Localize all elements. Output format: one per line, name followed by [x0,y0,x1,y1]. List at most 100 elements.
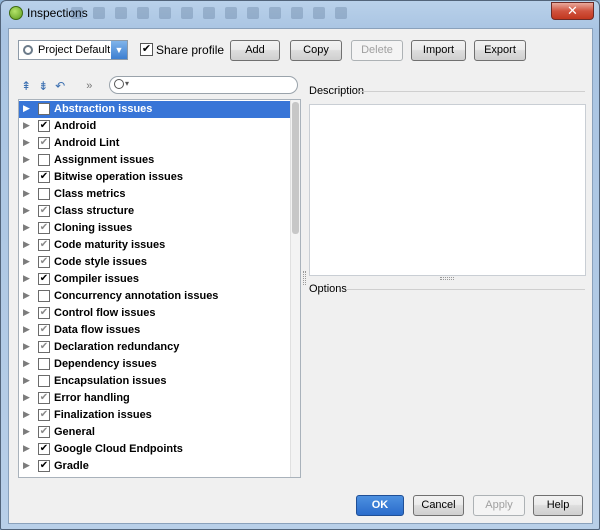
inspection-checkbox[interactable] [38,375,50,387]
tree-row[interactable]: ▶ ✔ Control flow issues [19,305,291,322]
expand-arrow-icon[interactable]: ▶ [23,222,30,233]
copy-button[interactable]: Copy [290,40,342,61]
expand-arrow-icon[interactable]: ▶ [23,120,30,131]
expand-arrow-icon[interactable]: ▶ [23,443,30,454]
tree-scrollbar[interactable] [290,100,300,477]
expand-arrow-icon[interactable]: ▶ [23,358,30,369]
tree-row[interactable]: ▶ ✔ Google Cloud Endpoints [19,441,291,458]
tree-row[interactable]: ▶ ✔ Cloning issues [19,220,291,237]
apply-button[interactable]: Apply [473,495,525,516]
delete-button[interactable]: Delete [351,40,403,61]
import-button[interactable]: Import [411,40,466,61]
inspection-checkbox[interactable] [38,290,50,302]
add-button[interactable]: Add [230,40,280,61]
inspection-label: Bitwise operation issues [54,171,183,183]
expand-arrow-icon[interactable]: ▶ [23,137,30,148]
inspection-checkbox[interactable]: ✔ [38,171,50,183]
inspection-checkbox[interactable]: ✔ [38,239,50,251]
chevron-down-icon[interactable]: ▼ [111,41,127,59]
expand-arrow-icon[interactable]: ▶ [23,307,30,318]
expand-arrow-icon[interactable]: ▶ [23,103,30,114]
collapse-all-icon[interactable]: ⇟ [38,79,48,93]
profile-icon [23,45,33,55]
expand-arrow-icon[interactable]: ▶ [23,273,30,284]
tree-row[interactable]: ▶ ✔ Data flow issues [19,322,291,339]
inspection-checkbox[interactable] [38,103,50,115]
tree-row[interactable]: ▶ Encapsulation issues [19,373,291,390]
inspection-checkbox[interactable] [38,188,50,200]
share-profile-checkbox[interactable]: ✔ [140,43,153,56]
inspection-checkbox[interactable]: ✔ [38,307,50,319]
expand-arrow-icon[interactable]: ▶ [23,392,30,403]
reset-icon[interactable]: ↶ [55,79,65,93]
tree-row[interactable]: ▶ ✔ Error handling [19,390,291,407]
expand-arrow-icon[interactable]: ▶ [23,188,30,199]
inspection-checkbox[interactable]: ✔ [38,222,50,234]
tree-row[interactable]: ▶ ✔ Compiler issues [19,271,291,288]
expand-arrow-icon[interactable]: ▶ [23,171,30,182]
cancel-button[interactable]: Cancel [413,495,464,516]
android-app-icon [9,6,23,20]
tree-row[interactable]: ▶ ✔ Android [19,118,291,135]
search-input[interactable]: ▾ [109,76,298,94]
expand-arrow-icon[interactable]: ▶ [23,426,30,437]
inspection-checkbox[interactable] [38,358,50,370]
tree-row[interactable]: ▶ ✔ Class structure [19,203,291,220]
more-actions-icon[interactable]: » [86,79,92,93]
title-bar[interactable]: Inspections ✕ [1,1,599,25]
inspection-label: Class structure [54,205,135,217]
expand-all-icon[interactable]: ⇞ [21,79,31,93]
tree-row[interactable]: ▶ ✔ Bitwise operation issues [19,169,291,186]
expand-arrow-icon[interactable]: ▶ [23,460,30,471]
expand-arrow-icon[interactable]: ▶ [23,324,30,335]
tree-row[interactable]: ▶ ✔ Code style issues [19,254,291,271]
inspection-checkbox[interactable] [38,154,50,166]
inspection-checkbox[interactable]: ✔ [38,443,50,455]
inspection-label: Data flow issues [54,324,141,336]
tree-row[interactable]: ▶ Dependency issues [19,356,291,373]
expand-arrow-icon[interactable]: ▶ [23,290,30,301]
inspection-checkbox[interactable]: ✔ [38,392,50,404]
vertical-splitter[interactable] [303,271,306,285]
inspection-checkbox[interactable]: ✔ [38,205,50,217]
tree-row[interactable]: ▶ Abstraction issues [19,101,291,118]
inspections-tree[interactable]: ▶ ✔ Gradle ▶ ✔ Google Cloud Endpoints ▶ ✔ Genera… [18,99,301,478]
tree-row[interactable]: ▶ ✔ Gradle [19,458,291,475]
expand-arrow-icon[interactable]: ▶ [23,409,30,420]
tree-row[interactable]: ▶ Assignment issues [19,152,291,169]
inspection-checkbox[interactable]: ✔ [38,460,50,472]
help-button[interactable]: Help [533,495,583,516]
scrollbar-thumb[interactable] [292,102,299,234]
inspection-checkbox[interactable]: ✔ [38,137,50,149]
tree-row[interactable]: ▶ Concurrency annotation issues [19,288,291,305]
inspection-label: Error handling [54,392,130,404]
search-options-icon[interactable]: ▾ [125,79,129,88]
expand-arrow-icon[interactable]: ▶ [23,256,30,267]
inspection-label: Gradle [54,460,89,472]
expand-arrow-icon[interactable]: ▶ [23,341,30,352]
tree-row[interactable]: ▶ ✔ Finalization issues [19,407,291,424]
inspection-checkbox[interactable]: ✔ [38,273,50,285]
inspection-checkbox[interactable]: ✔ [38,324,50,336]
export-button[interactable]: Export [474,40,526,61]
tree-row[interactable]: ▶ ✔ Android Lint [19,135,291,152]
inspection-checkbox[interactable]: ✔ [38,120,50,132]
tree-row[interactable]: ▶ ✔ Code maturity issues [19,237,291,254]
close-window-button[interactable]: ✕ [551,2,594,20]
share-profile-label[interactable]: Share profile [156,43,224,57]
expand-arrow-icon[interactable]: ▶ [23,375,30,386]
inspection-checkbox[interactable]: ✔ [38,256,50,268]
inspection-checkbox[interactable]: ✔ [38,409,50,421]
tree-row[interactable]: ▶ ✔ Declaration redundancy [19,339,291,356]
horizontal-splitter[interactable] [440,277,454,280]
inspection-checkbox[interactable]: ✔ [38,426,50,438]
inspection-checkbox[interactable]: ✔ [38,341,50,353]
expand-arrow-icon[interactable]: ▶ [23,154,30,165]
profile-dropdown[interactable]: Project Default ▼ [18,40,128,60]
tree-row[interactable]: ▶ ✔ General [19,424,291,441]
tree-row[interactable]: ▶ Class metrics [19,186,291,203]
ok-button[interactable]: OK [356,495,404,516]
expand-arrow-icon[interactable]: ▶ [23,205,30,216]
expand-arrow-icon[interactable]: ▶ [23,239,30,250]
inspection-label: Android [54,120,97,132]
